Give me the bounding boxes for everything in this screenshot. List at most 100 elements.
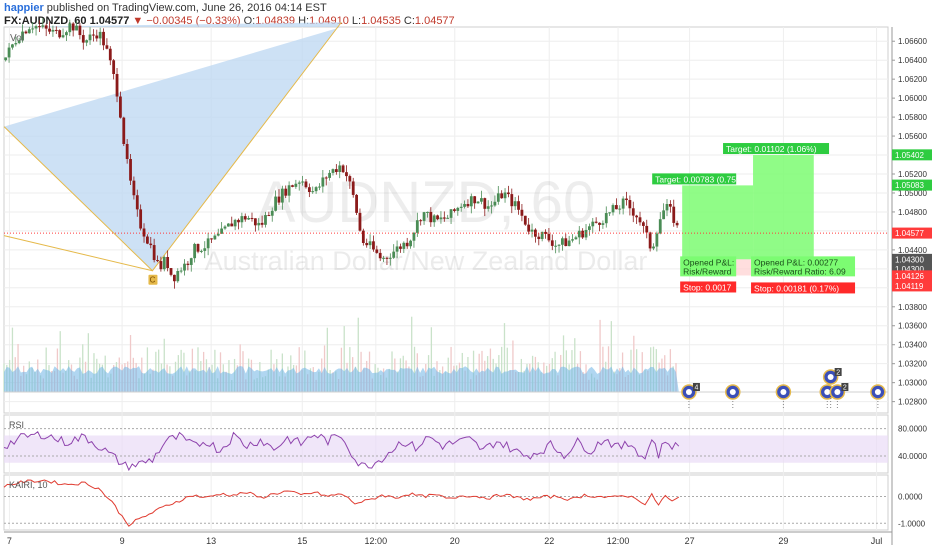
candle-body <box>554 245 558 247</box>
candle-body <box>557 244 561 246</box>
candle-body <box>169 268 173 275</box>
candle-body <box>361 230 365 243</box>
time-tick-label: 7 <box>7 536 12 546</box>
candle-body <box>358 212 362 231</box>
candle-body <box>267 215 271 217</box>
candle-body <box>297 182 301 184</box>
target-label: Target: 0.00783 (0.75%) <box>655 174 746 184</box>
position-tools[interactable]: Target: 0.00783 (0.75%)Opened P&L:Risk/R… <box>652 143 856 294</box>
candle-body <box>577 230 581 238</box>
candle-body <box>490 205 493 207</box>
candle-body <box>75 25 78 31</box>
candle-body <box>280 188 284 203</box>
candle-body <box>264 215 267 225</box>
candle-body <box>365 242 369 246</box>
rsi-label: RSI <box>9 420 24 430</box>
volume-label: Vol <box>10 33 24 44</box>
candle-body <box>196 243 200 252</box>
candle-body <box>469 196 473 207</box>
time-tick-label: 27 <box>685 536 695 546</box>
candle-body <box>122 117 126 144</box>
time-tick-label: 20 <box>450 536 460 546</box>
price-tick-label: 1.06400 <box>898 56 927 65</box>
rsi-tick-label: 80.0000 <box>898 425 927 434</box>
candle-body <box>675 222 679 226</box>
candle-body <box>44 25 48 29</box>
candle-body <box>7 47 11 58</box>
candle-body <box>139 209 143 229</box>
candle-body <box>432 215 436 223</box>
candle-body <box>483 198 487 209</box>
candle-body <box>176 271 180 282</box>
price-tick-label: 1.06000 <box>898 94 927 103</box>
candle-body <box>311 191 315 193</box>
watermark-symbol: AUDNZD, 60 <box>257 170 595 235</box>
candle-body <box>571 239 574 241</box>
candle-body <box>183 263 186 271</box>
candle-body <box>193 243 197 259</box>
candle-body <box>179 270 183 272</box>
candle-body <box>142 228 146 237</box>
time-tick-label: 12:00 <box>365 536 388 546</box>
candle-body <box>253 218 257 226</box>
candle-body <box>233 219 237 227</box>
event-flag-icon-inner <box>827 374 834 380</box>
candle-body <box>530 229 534 232</box>
candle-body <box>581 230 585 238</box>
event-count: 4 <box>694 385 698 392</box>
candle-body <box>58 30 62 38</box>
candle-body <box>621 198 625 209</box>
chart-canvas[interactable]: C AUDNZD, 60 Australian Dollar/New Zeala… <box>0 0 932 550</box>
time-tick-label: 22 <box>544 536 554 546</box>
candle-body <box>115 74 119 97</box>
kairi-line <box>3 479 680 527</box>
candle-body <box>368 241 372 246</box>
time-tick-label: Jul <box>871 536 883 546</box>
kairi-pane[interactable]: 0.0000 -1.0000 KAIRI, 10 <box>3 479 926 528</box>
candle-body <box>149 243 153 246</box>
candle-body <box>51 29 55 32</box>
candle-body <box>527 224 531 232</box>
candle-body <box>517 201 520 210</box>
candle-body <box>473 196 477 204</box>
candle-body <box>520 209 524 216</box>
candle-body <box>301 181 305 183</box>
candle-body <box>125 143 129 159</box>
candle-body <box>672 206 676 223</box>
candle-body <box>348 176 352 182</box>
stop-label: Stop: 0.00181 (0.17%) <box>754 283 839 293</box>
candle-body <box>422 212 426 221</box>
candle-body <box>604 213 608 224</box>
candle-body <box>618 208 622 210</box>
price-axis[interactable]: 1.06600 1.06400 1.06200 1.06000 1.05800 1.056… <box>892 37 932 407</box>
candle-body <box>38 26 41 28</box>
candle-body <box>641 222 645 226</box>
time-tick-label: 29 <box>778 536 788 546</box>
candle-body <box>206 238 210 249</box>
candle-body <box>351 181 355 195</box>
event-flag-icon-inner <box>874 389 881 395</box>
candle-body <box>614 205 618 210</box>
candle-body <box>665 204 669 211</box>
time-axis[interactable]: 7 9 13 15 12:00 20 22 12:00 27 29 Jul <box>7 536 882 546</box>
candle-body <box>415 220 419 233</box>
candle-body <box>466 204 470 207</box>
candle-body <box>574 237 578 240</box>
price-badge-label: 1.04126 <box>895 272 924 281</box>
candle-body <box>419 220 423 222</box>
candle-body <box>409 240 412 247</box>
event-count: 2 <box>836 370 840 377</box>
price-badge-label: 1.04119 <box>895 282 924 291</box>
candle-body <box>392 251 396 258</box>
watermark-name: Australian Dollar/New Zealand Dollar <box>205 246 648 276</box>
candle-body <box>655 233 659 247</box>
candle-body <box>399 246 402 249</box>
rsi-pane[interactable]: 80.0000 40.0000 RSI <box>3 420 927 472</box>
candle-body <box>446 217 450 219</box>
kairi-label: KAIRI, 10 <box>9 480 48 490</box>
candle-body <box>92 34 95 36</box>
candle-body <box>658 219 662 234</box>
candle-body <box>247 217 251 220</box>
candle-body <box>355 194 358 213</box>
candle-body <box>550 240 554 246</box>
